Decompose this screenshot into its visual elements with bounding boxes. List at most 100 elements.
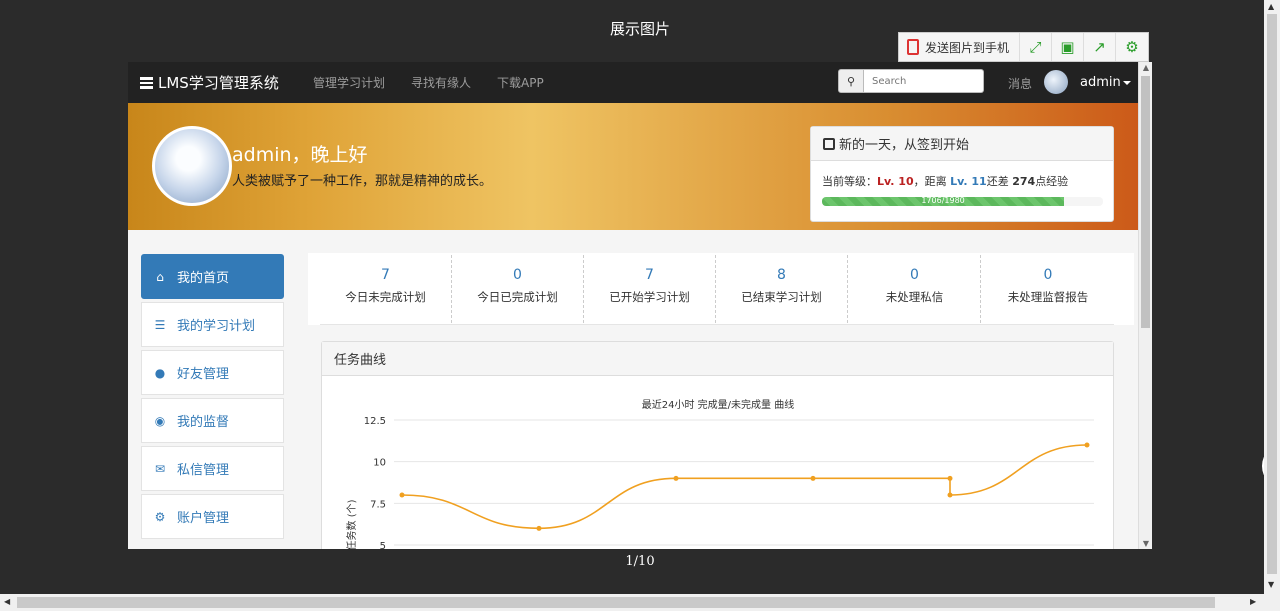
send-to-phone-button[interactable]: 发送图片到手机 xyxy=(899,33,1021,61)
window-vertical-scrollbar[interactable]: ▲ ▼ xyxy=(1264,0,1280,594)
frame-vertical-scrollbar[interactable]: ▲ ▼ xyxy=(1138,62,1152,549)
stat-value: 7 xyxy=(645,267,654,283)
fullscreen-icon[interactable]: ⤢ xyxy=(1020,33,1053,61)
stat-item[interactable]: 8 已结束学习计划 xyxy=(716,255,848,323)
sign-in-header[interactable]: 新的一天，从签到开始 xyxy=(811,127,1113,161)
chart-y-tick-label: 10 xyxy=(373,458,386,469)
sidebar-item-friends[interactable]: ● 好友管理 xyxy=(141,350,284,395)
sidebar-item-label: 我的首页 xyxy=(177,271,230,286)
stat-value: 0 xyxy=(513,267,522,283)
task-chart-panel: 任务曲线 最近24小时 完成量/未完成量 曲线 任务数 (个) 5 7.5 10 12… xyxy=(321,341,1114,549)
scroll-up-icon[interactable]: ▲ xyxy=(1139,63,1152,72)
viewer-toolbar: 发送图片到手机 ⤢ ▣ ↗ ⚙ xyxy=(898,32,1150,62)
scroll-left-icon[interactable]: ◀ xyxy=(4,597,10,606)
stat-item[interactable]: 7 已开始学习计划 xyxy=(584,255,716,323)
stat-label: 已开始学习计划 xyxy=(609,290,690,304)
scroll-thumb[interactable] xyxy=(1141,76,1150,328)
stat-label: 未处理私信 xyxy=(885,290,944,304)
stat-label: 今日已完成计划 xyxy=(477,290,558,304)
scroll-thumb[interactable] xyxy=(17,597,1215,608)
chart-series-line xyxy=(401,444,1088,530)
brand-label: LMS学习管理系统 xyxy=(158,74,279,92)
scroll-down-icon[interactable]: ▼ xyxy=(1139,539,1152,548)
settings-icon[interactable]: ⚙ xyxy=(1116,33,1148,61)
sidebar-item-label: 我的学习计划 xyxy=(177,319,256,334)
eye-icon: ◉ xyxy=(154,413,166,428)
divider xyxy=(320,324,1114,325)
sidebar-item-messages[interactable]: ✉ 私信管理 xyxy=(141,446,284,491)
sidebar-item-supervision[interactable]: ◉ 我的监督 xyxy=(141,398,284,443)
sidebar-item-home[interactable]: ⌂ 我的首页 xyxy=(141,254,284,299)
chart-y-tick-label: 7.5 xyxy=(370,499,386,510)
sidebar-item-label: 私信管理 xyxy=(177,463,230,478)
page-indicator: 1/10 xyxy=(625,554,655,569)
stat-label: 今日未完成计划 xyxy=(345,290,426,304)
motto: 人类被赋予了一种工作，那就是精神的成长。 xyxy=(232,174,493,189)
sign-in-panel: 新的一天，从签到开始 当前等级：Lv. 10，距离 Lv. 11还差 274点经… xyxy=(810,126,1114,222)
chart-data-point[interactable] xyxy=(947,492,953,498)
chart-data-point[interactable] xyxy=(399,492,405,498)
stat-value: 8 xyxy=(777,267,786,283)
database-icon xyxy=(140,76,153,89)
share-icon[interactable]: ↗ xyxy=(1084,33,1117,61)
stat-value: 0 xyxy=(1043,267,1053,283)
window-horizontal-scrollbar[interactable]: ◀ ▶ xyxy=(0,594,1280,611)
home-icon: ⌂ xyxy=(156,269,164,284)
chart-y-tick-label: 12.5 xyxy=(364,416,386,427)
stat-value: 7 xyxy=(381,267,390,283)
level-prefix: 当前等级： xyxy=(822,175,877,188)
search-input[interactable] xyxy=(864,69,984,93)
level-mid: ，距离 xyxy=(913,175,951,188)
search-icon[interactable]: ⚲ xyxy=(838,69,864,93)
screenshot-frame: LMS学习管理系统 管理学习计划 寻找有缘人 下载APP ⚲ 消息 admin … xyxy=(128,62,1152,549)
level-info: 当前等级：Lv. 10，距离 Lv. 11还差 274点经验 1706/1980 xyxy=(811,161,1113,206)
nav-link-plans[interactable]: 管理学习计划 xyxy=(313,74,385,91)
save-icon[interactable]: ▣ xyxy=(1052,33,1085,61)
sidebar: ⌂ 我的首页 ☰ 我的学习计划 ● 好友管理 ◉ 我的监督 ✉ 私信管理 ⚙ 账户管理 xyxy=(141,254,284,542)
chart-y-tick-label: 5 xyxy=(380,541,386,549)
current-level: Lv. 10 xyxy=(877,175,914,188)
level-suffix: 点经验 xyxy=(1035,175,1069,188)
profile-banner: admin，晚上好 人类被赋予了一种工作，那就是精神的成长。 新的一天，从签到开… xyxy=(128,103,1138,230)
remaining-exp: 274 xyxy=(1012,175,1036,188)
scroll-up-icon[interactable]: ▲ xyxy=(1268,2,1274,11)
checkbox-icon xyxy=(823,137,835,150)
scroll-down-icon[interactable]: ▼ xyxy=(1268,580,1274,589)
nav-link-download-app[interactable]: 下载APP xyxy=(497,74,544,91)
scroll-thumb[interactable] xyxy=(1267,14,1277,574)
stat-item[interactable]: 7 今日未完成计划 xyxy=(320,255,452,323)
stats-panel: 7 今日未完成计划 0 今日已完成计划 7 已开始学习计划 8 已结束学习计划 0 未处理… xyxy=(308,253,1134,325)
task-line-chart: 最近24小时 完成量/未完成量 曲线 任务数 (个) 5 7.5 10 12.5 xyxy=(345,398,1094,549)
level-mid2: 还差 xyxy=(986,175,1013,188)
chart-data-point[interactable] xyxy=(1084,442,1090,448)
list-icon: ☰ xyxy=(154,317,166,332)
exp-progress-text: 1706/1980 xyxy=(921,197,965,205)
sidebar-item-label: 好友管理 xyxy=(177,367,230,382)
nav-avatar[interactable] xyxy=(1044,70,1068,94)
sidebar-item-label: 我的监督 xyxy=(177,415,230,430)
user-menu[interactable]: admin xyxy=(1080,75,1131,90)
sidebar-item-account[interactable]: ⚙ 账户管理 xyxy=(141,494,284,539)
greeting: admin，晚上好 xyxy=(232,144,368,166)
caret-down-icon xyxy=(1122,80,1131,85)
stat-label: 已结束学习计划 xyxy=(741,290,822,304)
next-level: Lv. 11 xyxy=(950,175,987,188)
chart-data-point[interactable] xyxy=(673,475,679,481)
sidebar-item-plans[interactable]: ☰ 我的学习计划 xyxy=(141,302,284,347)
brand[interactable]: LMS学习管理系统 xyxy=(128,72,303,93)
chart-panel-title: 任务曲线 xyxy=(322,342,1113,376)
search-group: ⚲ xyxy=(838,69,984,93)
stat-item[interactable]: 0 未处理监督报告 xyxy=(982,255,1114,323)
stat-item[interactable]: 0 今日已完成计划 xyxy=(452,255,584,323)
stat-item[interactable]: 0 未处理私信 xyxy=(849,255,981,323)
user-name: admin xyxy=(1080,75,1121,90)
sign-in-title: 新的一天，从签到开始 xyxy=(839,138,970,153)
scroll-right-icon[interactable]: ▶ xyxy=(1250,597,1256,606)
chart-data-point[interactable] xyxy=(536,525,542,531)
nav-messages[interactable]: 消息 xyxy=(1008,75,1032,92)
chart-y-axis-label: 任务数 (个) xyxy=(345,499,358,549)
nav-link-find-friend[interactable]: 寻找有缘人 xyxy=(411,74,471,91)
chart-data-point[interactable] xyxy=(810,475,816,481)
exp-progress-bar: 1706/1980 xyxy=(822,197,1103,206)
chart-data-point[interactable] xyxy=(947,475,953,481)
